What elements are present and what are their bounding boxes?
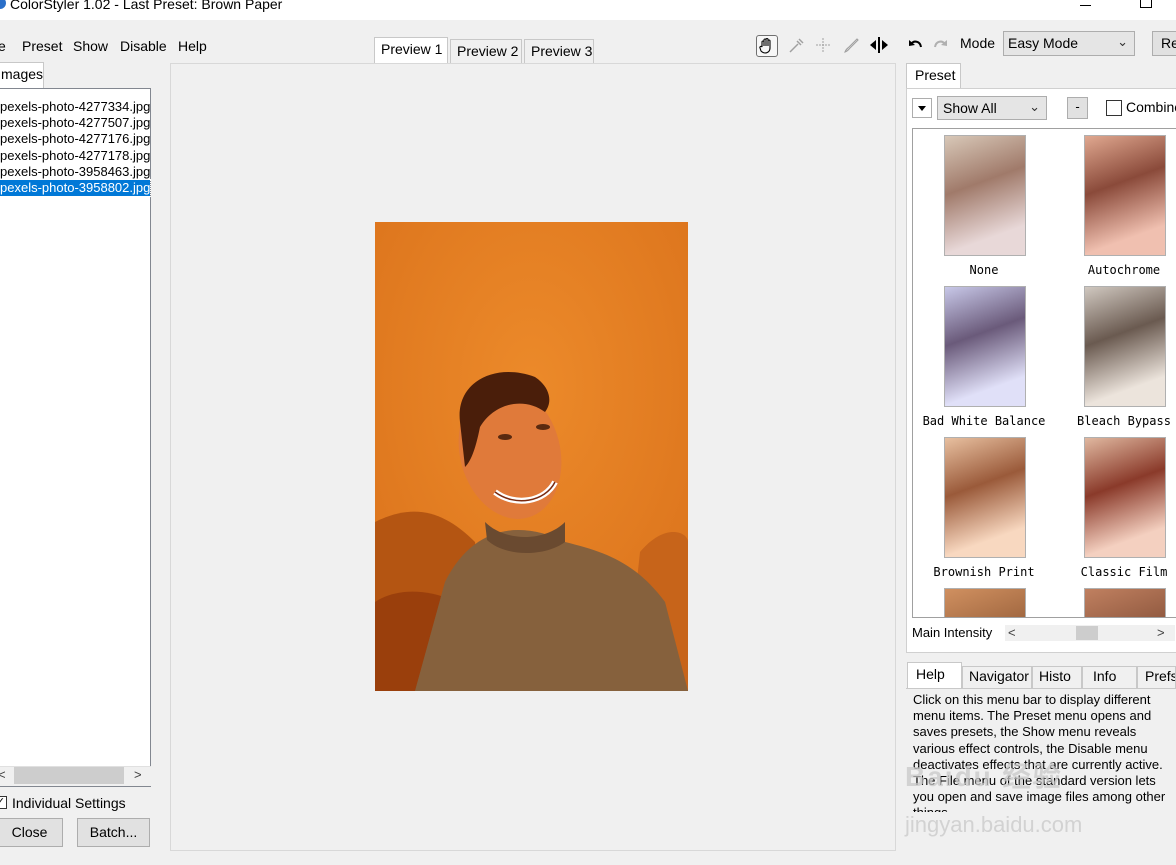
- preset-filter-select[interactable]: Show All ⌄: [937, 96, 1047, 120]
- preset-thumbnail-grid[interactable]: None Autochrome Bad White Balance Bleach…: [912, 128, 1176, 618]
- watermark: Baidu 经验: [905, 761, 1063, 792]
- preset-menu-dropdown-icon[interactable]: [912, 98, 932, 118]
- hand-pan-icon[interactable]: [756, 35, 778, 57]
- brush-icon[interactable]: [841, 35, 863, 57]
- menu-help[interactable]: Help: [178, 38, 207, 54]
- preset-thumb-classic-film[interactable]: [1084, 437, 1166, 558]
- preset-label: Bad White Balance: [922, 414, 1046, 428]
- tab-preview-1[interactable]: Preview 1: [374, 37, 448, 64]
- image-file-list[interactable]: pexels-photo-4277334.jpg pexels-photo-427…: [0, 88, 152, 787]
- combine-checkbox[interactable]: [1106, 100, 1122, 116]
- preset-thumb-brownish-print[interactable]: [944, 437, 1026, 558]
- file-list-scroll-thumb[interactable]: [14, 767, 124, 784]
- tab-info[interactable]: Info: [1082, 666, 1137, 688]
- minimize-button[interactable]: [1070, 0, 1100, 14]
- scroll-right-icon[interactable]: >: [134, 767, 142, 782]
- preset-thumb-partial[interactable]: [1084, 588, 1166, 617]
- menu-preset[interactable]: Preset: [22, 38, 62, 54]
- preset-label: Classic Film: [1080, 565, 1168, 579]
- undo-icon[interactable]: [906, 35, 928, 57]
- chevron-down-icon: ⌄: [1117, 34, 1128, 49]
- preset-thumb-bleach-bypass[interactable]: [1084, 286, 1166, 407]
- main-intensity-thumb[interactable]: [1076, 626, 1098, 640]
- mode-select-value: Easy Mode: [1008, 35, 1079, 51]
- preset-thumb-autochrome[interactable]: [1084, 135, 1166, 256]
- crosshair-icon[interactable]: [813, 35, 835, 57]
- menu-show[interactable]: Show: [73, 38, 108, 54]
- split-compare-icon[interactable]: [868, 35, 890, 57]
- slider-right-icon[interactable]: >: [1157, 625, 1165, 640]
- preset-thumb-none[interactable]: [944, 135, 1026, 256]
- preset-label: Autochrome: [1087, 263, 1161, 277]
- preset-label: Brownish Print: [933, 565, 1035, 579]
- batch-button[interactable]: Batch...: [77, 818, 150, 847]
- scroll-left-icon[interactable]: <: [0, 767, 6, 782]
- redo-icon[interactable]: [930, 35, 952, 57]
- mode-label: Mode: [960, 35, 996, 51]
- maximize-button[interactable]: [1130, 0, 1160, 14]
- chevron-down-icon: ⌄: [1029, 99, 1040, 114]
- slider-left-icon[interactable]: <: [1008, 625, 1016, 640]
- menu-disable[interactable]: Disable: [120, 38, 167, 54]
- preset-minus-button[interactable]: -: [1067, 97, 1088, 119]
- preset-label: Bleach Bypass: [1077, 414, 1171, 428]
- menu-file[interactable]: e: [0, 38, 6, 54]
- preset-thumb-partial[interactable]: [944, 588, 1026, 617]
- file-list-item[interactable]: pexels-photo-3958802.jpg: [0, 179, 152, 197]
- tab-navigator[interactable]: Navigator: [962, 666, 1032, 688]
- tab-preset[interactable]: Preset: [906, 63, 961, 89]
- file-list-item[interactable]: pexels-photo-4277176.jpg: [0, 131, 150, 147]
- individual-settings-label: Individual Settings: [12, 795, 126, 811]
- mode-select[interactable]: Easy Mode ⌄: [1003, 31, 1135, 56]
- tab-histo[interactable]: Histo: [1032, 666, 1082, 688]
- file-list-item[interactable]: pexels-photo-4277178.jpg: [0, 148, 150, 164]
- main-intensity-label: Main Intensity: [912, 625, 993, 640]
- tab-preview-3[interactable]: Preview 3: [524, 39, 594, 64]
- individual-settings-checkbox[interactable]: ✓: [0, 796, 7, 809]
- preset-thumb-bad-white-balance[interactable]: [944, 286, 1026, 407]
- preset-filter-value: Show All: [943, 100, 997, 116]
- preset-label: None: [969, 263, 999, 277]
- window-title: ColorStyler 1.02 - Last Preset: Brown Pa…: [10, 0, 283, 12]
- preview-photo: [375, 222, 688, 691]
- close-button[interactable]: Close: [0, 818, 63, 847]
- eyedropper-icon[interactable]: [786, 35, 808, 57]
- file-list-item[interactable]: pexels-photo-4277507.jpg: [0, 115, 150, 131]
- tab-images[interactable]: mages: [0, 62, 44, 88]
- divider: [906, 688, 1176, 689]
- reset-button[interactable]: Re: [1152, 31, 1176, 56]
- file-list-item[interactable]: pexels-photo-4277334.jpg: [0, 99, 150, 115]
- tab-preview-2[interactable]: Preview 2: [450, 39, 522, 64]
- tab-help[interactable]: Help: [907, 662, 962, 689]
- watermark-subtitle: jingyan.baidu.com: [905, 812, 1083, 837]
- combine-label: Combine: [1126, 99, 1176, 115]
- tab-prefs[interactable]: Prefs: [1137, 666, 1176, 688]
- file-list-item[interactable]: pexels-photo-3958463.jpg: [0, 164, 150, 180]
